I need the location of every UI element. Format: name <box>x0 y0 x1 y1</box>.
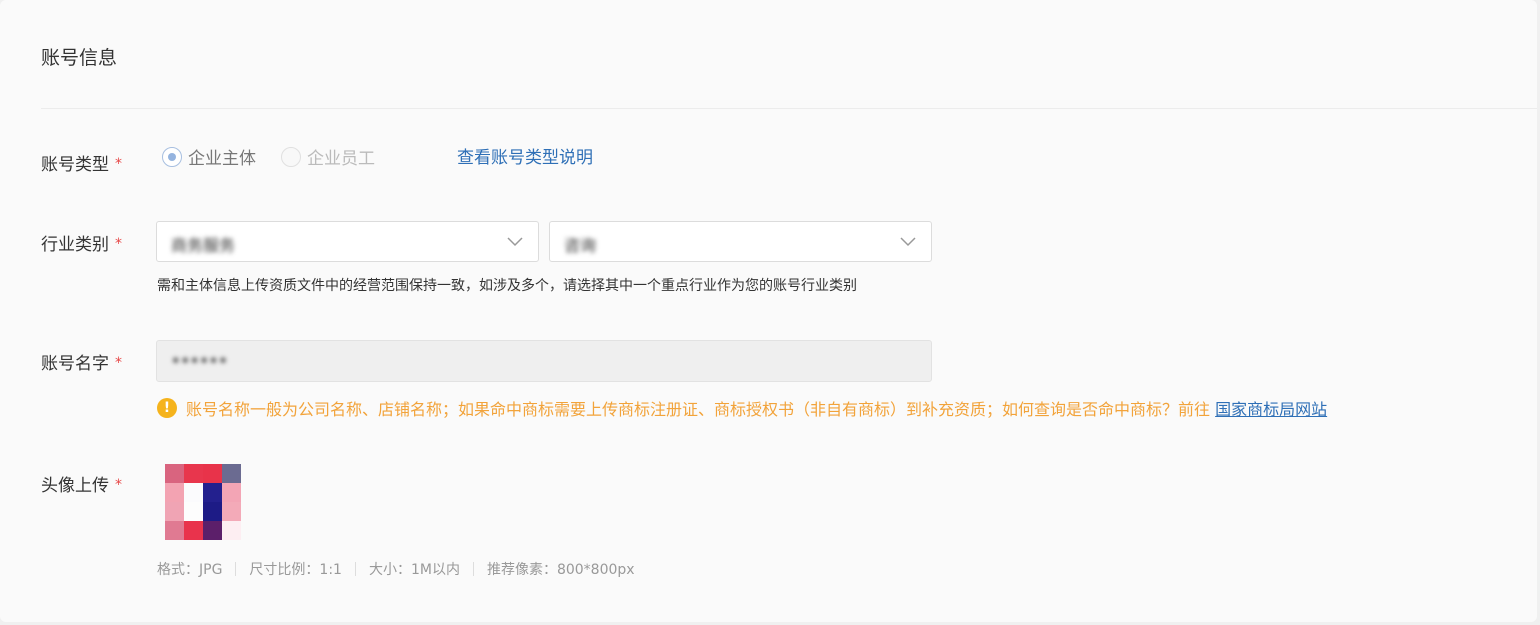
radio-enterprise-entity[interactable]: 企业主体 <box>162 144 256 169</box>
avatar-pixel <box>222 521 241 540</box>
account-name-value: •••••• <box>171 351 228 370</box>
chevron-down-icon <box>507 237 523 247</box>
required-mark: * <box>115 156 122 172</box>
avatar-pixel <box>165 464 184 483</box>
account-name-input[interactable]: •••••• <box>156 340 932 382</box>
separator <box>472 562 474 576</box>
avatar-pixel <box>184 502 203 521</box>
section-divider <box>41 108 1537 109</box>
avatar-pixel <box>184 483 203 502</box>
avatar-pixel <box>203 502 222 521</box>
industry-hint: 需和主体信息上传资质文件中的经营范围保持一致，如涉及多个，请选择其中一个重点行业… <box>157 278 857 294</box>
section-title: 账号信息 <box>41 47 118 69</box>
avatar-pixel <box>222 483 241 502</box>
ratio-spec: 尺寸比例：1:1 <box>249 562 342 578</box>
avatar-pixel <box>222 502 241 521</box>
industry-label: 行业类别 * <box>41 235 122 255</box>
industry-secondary-select[interactable]: 咨询 <box>549 221 932 262</box>
account-info-card: 账号信息 账号类型 * 企业主体 企业员工 查看账号类型说明 行业类别 * 商务服务… <box>0 0 1537 622</box>
account-type-label: 账号类型 * <box>41 155 122 175</box>
size-spec: 大小：1M以内 <box>368 562 460 578</box>
required-mark: * <box>115 355 122 371</box>
avatar-requirements: 格式：JPG 尺寸比例：1:1 大小：1M以内 推荐像素：800*800px <box>157 559 635 579</box>
trademark-office-link[interactable]: 国家商标局网站 <box>1215 400 1327 419</box>
industry-secondary-value: 咨询 <box>564 236 597 255</box>
avatar-image[interactable] <box>165 464 241 540</box>
avatar-pixel <box>203 521 222 540</box>
warning-icon: ! <box>157 398 177 418</box>
avatar-pixel <box>165 483 184 502</box>
avatar-upload-label: 头像上传 * <box>41 476 122 496</box>
radio-unchecked-icon <box>281 146 301 167</box>
avatar-pixel <box>203 483 222 502</box>
format-spec: 格式：JPG <box>157 562 223 578</box>
warning-text: 账号名称一般为公司名称、店铺名称；如果命中商标需要上传商标注册证、商标授权书（非… <box>186 400 1328 419</box>
account-type-help-link[interactable]: 查看账号类型说明 <box>457 143 593 168</box>
recommended-spec: 推荐像素：800*800px <box>486 562 635 578</box>
radio-enterprise-employee[interactable]: 企业员工 <box>281 144 375 169</box>
avatar-pixel <box>184 521 203 540</box>
avatar-pixel <box>203 464 222 483</box>
separator <box>354 562 356 576</box>
required-mark: * <box>115 236 122 252</box>
avatar-pixel <box>165 521 184 540</box>
required-mark: * <box>115 477 122 493</box>
industry-primary-value: 商务服务 <box>171 236 236 255</box>
avatar-pixel <box>165 502 184 521</box>
chevron-down-icon <box>900 237 916 247</box>
avatar-pixel <box>184 464 203 483</box>
account-name-label: 账号名字 * <box>41 354 122 374</box>
industry-primary-select[interactable]: 商务服务 <box>156 221 539 262</box>
avatar-pixel <box>222 464 241 483</box>
account-name-warning: ! 账号名称一般为公司名称、店铺名称；如果命中商标需要上传商标注册证、商标授权书… <box>157 396 1327 420</box>
radio-checked-icon <box>162 146 182 167</box>
separator <box>235 562 237 576</box>
